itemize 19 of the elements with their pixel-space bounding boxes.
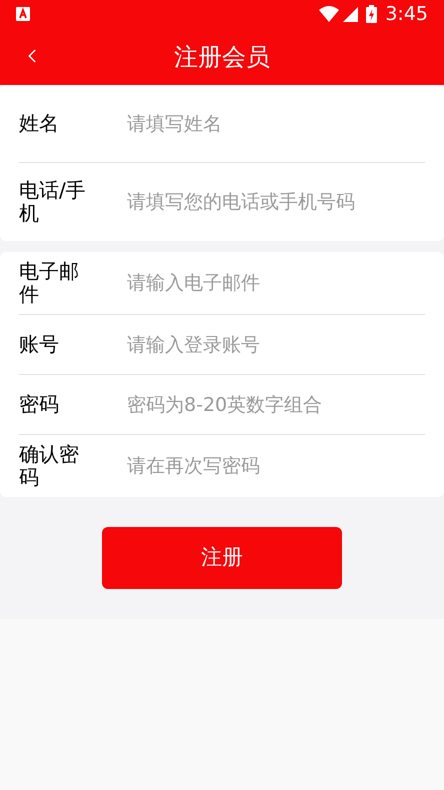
battery-icon [366, 5, 378, 23]
input-field[interactable]: 请输入登录账号 [127, 326, 425, 362]
status-time: 3:45 [385, 2, 428, 27]
field-label: 姓名 [19, 112, 60, 135]
input-field[interactable]: 密码为8-20英数字组合 [127, 386, 425, 422]
input-field[interactable]: 请在再次写密码 [127, 448, 425, 484]
wifi-icon [319, 6, 340, 22]
field-label: 电话/手机 [19, 179, 87, 225]
app-notification-icon [16, 7, 30, 21]
field-label: 密码 [19, 393, 60, 416]
signal-icon [343, 6, 358, 22]
field-label: 电子邮件 [19, 260, 80, 306]
input-field[interactable]: 请填写姓名 [127, 106, 425, 142]
input-field[interactable]: 请输入电子邮件 [127, 265, 425, 301]
field-label: 确认密码 [19, 443, 80, 489]
field-label: 账号 [19, 333, 60, 356]
register-button[interactable]: 注册 [102, 527, 342, 589]
page-title: 注册会员 [174, 42, 270, 72]
input-field[interactable]: 请填写您的电话或手机号码 [127, 184, 425, 220]
